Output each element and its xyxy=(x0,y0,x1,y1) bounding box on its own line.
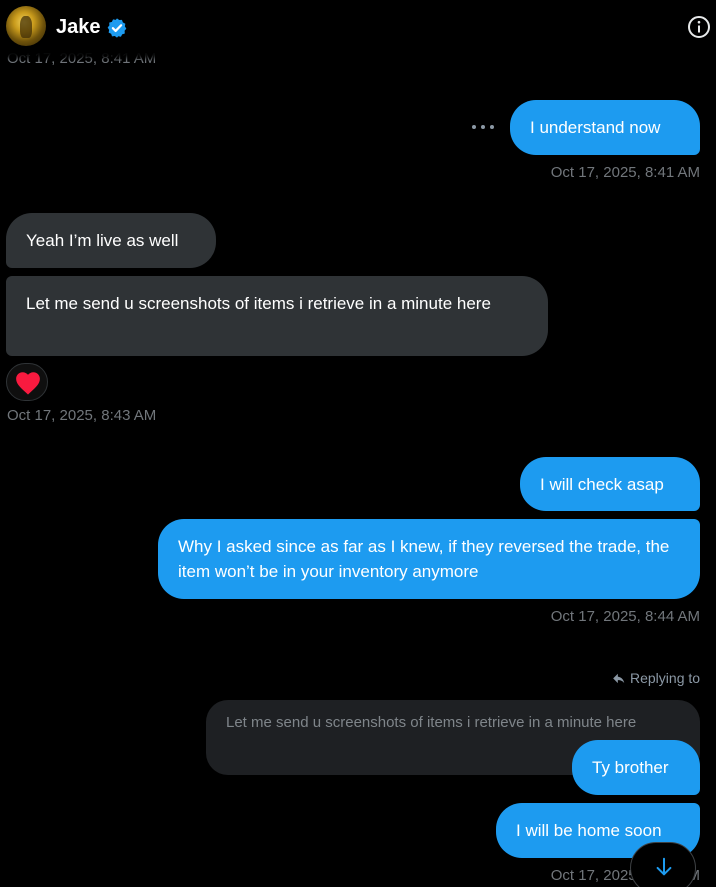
heart-icon xyxy=(16,372,40,395)
message-bubble-outgoing[interactable]: Ty brother xyxy=(572,740,700,795)
conversation-header: Jake xyxy=(0,0,716,58)
scroll-to-bottom-button[interactable] xyxy=(630,842,696,887)
message-text: I will check asap xyxy=(540,474,664,494)
message-timestamp: Oct 17, 2025, 8:43 AM xyxy=(7,407,157,424)
info-icon[interactable] xyxy=(687,15,711,39)
message-text: Yeah I’m live as well xyxy=(26,231,179,250)
message-text: Let me send u screenshots of items i ret… xyxy=(26,294,491,313)
contact-name[interactable]: Jake xyxy=(56,14,101,40)
reply-icon xyxy=(613,673,625,684)
dm-conversation: Oct 17, 2025, 8:41 AM Jake I understand … xyxy=(0,0,716,887)
message-bubble-outgoing[interactable]: I understand now xyxy=(510,100,700,155)
message-text: I will be home soon xyxy=(516,821,662,840)
message-bubble-outgoing[interactable]: Why I asked since as far as I knew, if t… xyxy=(158,519,700,599)
arrow-down-icon xyxy=(656,857,672,876)
quoted-text: Let me send u screenshots of items i ret… xyxy=(226,714,637,731)
message-text: Why I asked since as far as I knew, if t… xyxy=(178,537,670,581)
message-timestamp: Oct 17, 2025, 8:41 AM xyxy=(550,164,700,181)
message-bubble-incoming[interactable]: Yeah I’m live as well xyxy=(6,213,216,268)
more-options-icon[interactable] xyxy=(472,118,494,136)
message-timestamp: Oct 17, 2025, 8:44 AM xyxy=(550,608,700,625)
avatar[interactable] xyxy=(6,6,46,46)
verified-badge-icon xyxy=(107,18,127,38)
message-text: I understand now xyxy=(530,118,661,137)
message-text: Ty brother xyxy=(592,758,669,777)
message-reaction[interactable] xyxy=(6,363,48,401)
message-bubble-incoming[interactable]: Let me send u screenshots of items i ret… xyxy=(6,276,548,356)
message-bubble-outgoing[interactable]: I will check asap xyxy=(520,457,700,511)
